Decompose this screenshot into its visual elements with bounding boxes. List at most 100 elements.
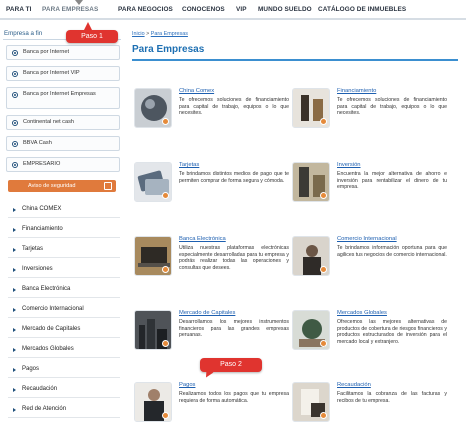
sidebar-item-recaudacion[interactable]: Recaudación <box>8 381 120 398</box>
card-description: Te brindamos distintos medios de pago qu… <box>179 171 289 184</box>
sidebar-item-mercados-globales[interactable]: Mercados Globales <box>8 341 120 358</box>
bank-item-label: EMPRESARIO <box>23 161 61 167</box>
card-title[interactable]: Inversión <box>337 162 361 168</box>
security-notice-label: Aviso de seguridad <box>28 183 76 189</box>
bank-item-banca-internet-vip[interactable]: Banca por Internet VIP <box>6 66 120 81</box>
bank-item-bbva-cash[interactable]: BBVA Cash <box>6 136 120 151</box>
sidebar-item-label: Red de Atención <box>22 406 67 412</box>
card-financiamiento: Financiamiento Te ofrecemos soluciones d… <box>292 88 447 140</box>
bullet-icon <box>13 328 16 332</box>
bullet-icon <box>13 208 16 212</box>
sidebar-heading: Empresa a fin <box>4 30 43 37</box>
sidebar-item-label: Comercio Internacional <box>22 306 84 312</box>
sidebar-item-label: Mercado de Capitales <box>22 326 81 332</box>
card-title[interactable]: Banca Electrónica <box>179 236 226 242</box>
bullet-icon <box>13 388 16 392</box>
card-title[interactable]: Mercado de Capitales <box>179 310 235 316</box>
nav-para-negocios[interactable]: PARA NEGOCIOS <box>118 6 173 13</box>
bullet-icon <box>13 248 16 252</box>
radio-icon <box>12 141 18 147</box>
radio-icon <box>12 50 18 56</box>
nav-vip[interactable]: VIP <box>236 6 247 13</box>
bank-item-label: Banca por Internet <box>23 49 70 55</box>
card-description: Te brindamos información oportuna para q… <box>337 245 447 258</box>
arrow-badge-icon <box>162 412 169 419</box>
bullet-icon <box>13 228 16 232</box>
card-title[interactable]: China Comex <box>179 88 214 94</box>
cards-image[interactable] <box>134 162 172 202</box>
bank-item-label: BBVA Cash <box>23 140 52 146</box>
bank-item-empresario[interactable]: EMPRESARIO <box>6 157 120 172</box>
arrow-badge-icon <box>162 118 169 125</box>
nav-para-ti[interactable]: PARA TI <box>6 6 32 13</box>
bank-item-label: Banca por Internet Empresas <box>23 91 96 97</box>
sidebar-item-comercio-internacional[interactable]: Comercio Internacional <box>8 301 120 318</box>
card-title[interactable]: Recaudación <box>337 382 371 388</box>
sidebar-item-red-atencion[interactable]: Red de Atención <box>8 401 120 418</box>
sidebar-item-label: Recaudación <box>22 386 58 392</box>
bullet-icon <box>13 288 16 292</box>
security-notice-link[interactable]: Aviso de seguridad <box>8 180 116 192</box>
breadcrumb-current[interactable]: Para Empresas <box>151 31 188 37</box>
card-description: Encuentra la mejor alternativa de ahorro… <box>337 171 447 191</box>
sidebar-item-financiamiento[interactable]: Financiamiento <box>8 221 120 238</box>
globe-image[interactable] <box>134 88 172 128</box>
sidebar-item-mercado-capitales[interactable]: Mercado de Capitales <box>8 321 120 338</box>
card-comercio-internacional: Comercio Internacional Te brindamos info… <box>292 236 447 288</box>
step-1-callout: Paso 1 <box>66 22 118 43</box>
bank-item-label: Continental net cash <box>23 119 74 125</box>
investment-image[interactable] <box>292 162 330 202</box>
sidebar-item-label: China COMEX <box>22 206 62 212</box>
radio-icon <box>12 120 18 126</box>
breadcrumb: Inicio > Para Empresas <box>132 31 188 37</box>
card-tarjetas: Tarjetas Te brindamos distintos medios d… <box>134 162 289 214</box>
bank-item-banca-internet[interactable]: Banca por Internet <box>6 45 120 60</box>
card-description: Utiliza nuestras plataformas electrónica… <box>179 245 289 271</box>
card-title[interactable]: Financiamiento <box>337 88 376 94</box>
nav-conocenos[interactable]: CONOCENOS <box>182 6 225 13</box>
nav-para-empresas[interactable]: PARA EMPRESAS <box>42 6 98 13</box>
sidebar-item-label: Mercados Globales <box>22 346 74 352</box>
card-title[interactable]: Mercados Globales <box>337 310 387 316</box>
document-image[interactable] <box>292 382 330 422</box>
person-phone-image[interactable] <box>292 236 330 276</box>
lock-icon <box>104 182 112 190</box>
card-inversion: Inversión Encuentra la mejor alternativa… <box>292 162 447 214</box>
nav-mundo-sueldo[interactable]: MUNDO SUELDO <box>258 6 312 13</box>
card-title[interactable]: Pagos <box>179 382 195 388</box>
radio-icon <box>12 162 18 168</box>
radio-icon <box>12 92 18 98</box>
arrow-badge-icon <box>320 340 327 347</box>
arrow-badge-icon <box>162 340 169 347</box>
nav-catalogo-inmuebles[interactable]: CATÁLOGO DE INMUEBLES <box>318 6 406 13</box>
bank-item-label: Banca por Internet VIP <box>23 70 80 76</box>
businessman-image[interactable] <box>292 88 330 128</box>
card-title[interactable]: Tarjetas <box>179 162 199 168</box>
sidebar-item-china-comex[interactable]: China COMEX <box>8 201 120 218</box>
bank-item-banca-internet-empresas[interactable]: Banca por Internet Empresas <box>6 87 120 109</box>
bank-item-continental-net-cash[interactable]: Continental net cash <box>6 115 120 130</box>
laptop-image[interactable] <box>134 236 172 276</box>
card-description: Te ofrecemos soluciones de financiamient… <box>179 97 289 117</box>
globe-hands-image[interactable] <box>292 310 330 350</box>
bullet-icon <box>13 368 16 372</box>
sidebar-item-banca-electronica[interactable]: Banca Electrónica <box>8 281 120 298</box>
card-mercados-globales: Mercados Globales Ofrecemos las mejores … <box>292 310 447 362</box>
active-tab-indicator-icon <box>75 0 83 5</box>
arrow-badge-icon <box>320 266 327 273</box>
sidebar-item-pagos[interactable]: Pagos <box>8 361 120 378</box>
card-china-comex: China Comex Te ofrecemos soluciones de f… <box>134 88 289 140</box>
sidebar-item-inversiones[interactable]: Inversiones <box>8 261 120 278</box>
title-divider <box>132 59 458 61</box>
top-navigation: PARA TI PARA EMPRESAS PARA NEGOCIOS CONO… <box>0 0 466 20</box>
city-image[interactable] <box>134 310 172 350</box>
arrow-badge-icon <box>162 192 169 199</box>
businessman-image[interactable] <box>134 382 172 422</box>
card-mercado-capitales: Mercado de Capitales Desarrollamos los m… <box>134 310 289 362</box>
card-title[interactable]: Comercio Internacional <box>337 236 397 242</box>
card-recaudacion: Recaudación Facilitamos la cobranza de l… <box>292 382 447 424</box>
card-description: Ofrecemos las mejores alternativas de pr… <box>337 319 447 345</box>
breadcrumb-home-link[interactable]: Inicio <box>132 31 145 37</box>
breadcrumb-separator: > <box>146 31 150 37</box>
sidebar-item-tarjetas[interactable]: Tarjetas <box>8 241 120 258</box>
